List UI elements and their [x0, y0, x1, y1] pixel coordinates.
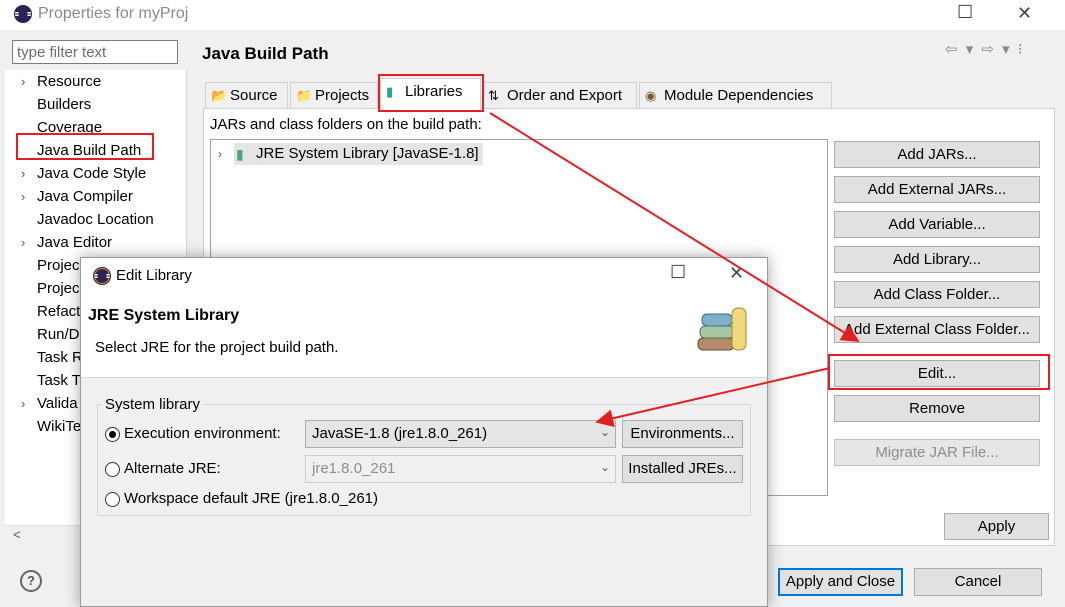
- tab-module-dependencies[interactable]: ◉ Module Dependencies: [639, 82, 832, 108]
- tree-item-java-compiler[interactable]: › Java Compiler: [5, 185, 187, 208]
- execution-environment-label: Execution environment:: [124, 425, 281, 442]
- tree-item-label: Refact: [37, 303, 81, 320]
- window-title: Properties for myProj: [38, 5, 189, 22]
- tree-item-label: Builders: [37, 96, 92, 113]
- tree-item-label: Java Build Path: [37, 142, 142, 159]
- tab-label: Projects: [315, 87, 370, 104]
- tree-item-label: Task T: [37, 372, 81, 389]
- dialog-heading: JRE System Library: [88, 307, 240, 324]
- tree-item-label: Projec: [37, 280, 80, 297]
- tab-label: Libraries: [405, 83, 463, 100]
- eclipse-logo-icon: [93, 267, 111, 285]
- tree-item-label: Resource: [37, 73, 102, 90]
- expand-arrow-icon[interactable]: ›: [21, 162, 25, 185]
- environments-button[interactable]: Environments...: [622, 420, 743, 448]
- maximize-button[interactable]: ☐: [957, 2, 973, 23]
- libraries-icon: ▮: [386, 84, 394, 99]
- library-entry-label: JRE System Library [JavaSE-1.8]: [234, 143, 483, 165]
- tree-item-label: Projec: [37, 257, 80, 274]
- remove-button[interactable]: Remove: [834, 395, 1040, 422]
- expand-arrow-icon[interactable]: ›: [21, 231, 25, 254]
- system-library-label: System library: [102, 396, 204, 413]
- tab-source[interactable]: 📂 Source: [205, 82, 288, 108]
- help-icon[interactable]: ?: [20, 570, 42, 592]
- tree-item-label: Task R: [37, 349, 83, 366]
- dialog-title: Edit Library: [116, 267, 192, 284]
- order-export-icon: ⇅: [488, 88, 499, 103]
- tree-item-javadoc-location[interactable]: Javadoc Location: [5, 208, 187, 231]
- dialog-close-button[interactable]: ✕: [729, 263, 744, 284]
- tab-label: Source: [230, 87, 278, 104]
- add-external-jars-button[interactable]: Add External JARs...: [834, 176, 1040, 203]
- workspace-default-jre-label: Workspace default JRE (jre1.8.0_261): [124, 490, 379, 507]
- tree-item-label: Java Code Style: [37, 165, 147, 182]
- apply-button[interactable]: Apply: [944, 513, 1049, 540]
- installed-jres-button[interactable]: Installed JREs...: [622, 455, 743, 483]
- chevron-down-icon: ⌄: [599, 460, 610, 474]
- cancel-button[interactable]: Cancel: [914, 568, 1042, 596]
- chevron-down-icon: ⌄: [599, 425, 610, 439]
- execution-environment-value: JavaSE-1.8 (jre1.8.0_261): [312, 425, 488, 442]
- add-class-folder-button[interactable]: Add Class Folder...: [834, 281, 1040, 308]
- expand-arrow-icon[interactable]: ›: [21, 70, 25, 93]
- tab-projects[interactable]: 📁 Projects: [290, 82, 378, 108]
- tab-libraries[interactable]: ▮ Libraries: [380, 78, 481, 109]
- expand-arrow-icon[interactable]: ›: [218, 143, 222, 165]
- filter-input[interactable]: [12, 40, 178, 64]
- tree-item-coverage[interactable]: Coverage: [5, 116, 187, 139]
- tab-label: Module Dependencies: [664, 87, 814, 104]
- tree-item-label: Valida: [37, 395, 78, 412]
- execution-environment-radio[interactable]: [105, 427, 120, 442]
- tab-order-export[interactable]: ⇅ Order and Export: [482, 82, 637, 108]
- alternate-jre-radio[interactable]: [105, 462, 120, 477]
- add-library-button[interactable]: Add Library...: [834, 246, 1040, 273]
- source-folder-icon: 📂: [211, 88, 228, 103]
- tree-item-label: Coverage: [37, 119, 103, 136]
- add-jars-button[interactable]: Add JARs...: [834, 141, 1040, 168]
- window-titlebar: Properties for myProj ☐ ✕: [0, 0, 1065, 30]
- edit-button[interactable]: Edit...: [834, 360, 1040, 387]
- library-jar-icon: ▮: [236, 146, 244, 162]
- library-books-icon: [697, 307, 747, 351]
- add-variable-button[interactable]: Add Variable...: [834, 211, 1040, 238]
- history-nav-icons[interactable]: ⇦ ▾ ⇨ ▾ ⁝: [945, 40, 1025, 58]
- tree-item-builders[interactable]: Builders: [5, 93, 187, 116]
- page-title: Java Build Path: [202, 44, 329, 63]
- scroll-left-icon[interactable]: <: [13, 527, 21, 542]
- apply-and-close-button[interactable]: Apply and Close: [778, 568, 903, 596]
- eclipse-logo-icon: [14, 5, 32, 23]
- alternate-jre-select[interactable]: jre1.8.0_261 ⌄: [305, 455, 616, 483]
- tree-item-resource[interactable]: › Resource: [5, 70, 187, 93]
- tree-item-label: Java Compiler: [37, 188, 133, 205]
- tree-item-label: WikiTe: [37, 418, 82, 435]
- tree-item-java-code-style[interactable]: › Java Code Style: [5, 162, 187, 185]
- add-external-class-folder-button[interactable]: Add External Class Folder...: [834, 316, 1040, 343]
- close-button[interactable]: ✕: [1017, 3, 1032, 24]
- tree-item-label: Run/D: [37, 326, 80, 343]
- migrate-jar-button[interactable]: Migrate JAR File...: [834, 439, 1040, 466]
- dialog-description: Select JRE for the project build path.: [95, 339, 339, 356]
- projects-icon: 📁: [296, 88, 313, 103]
- tree-item-java-editor[interactable]: › Java Editor: [5, 231, 187, 254]
- tab-label: Order and Export: [507, 87, 623, 104]
- module-icon: ◉: [645, 88, 657, 103]
- dialog-maximize-button[interactable]: ☐: [670, 262, 686, 283]
- tree-item-label: Java Editor: [37, 234, 113, 251]
- execution-environment-select[interactable]: JavaSE-1.8 (jre1.8.0_261) ⌄: [305, 420, 616, 448]
- alternate-jre-label: Alternate JRE:: [124, 460, 221, 477]
- alternate-jre-value: jre1.8.0_261: [312, 460, 396, 477]
- tree-item-label: Javadoc Location: [37, 211, 154, 228]
- tree-item-java-build-path[interactable]: Java Build Path: [5, 139, 187, 162]
- expand-arrow-icon[interactable]: ›: [21, 185, 25, 208]
- workspace-default-jre-radio[interactable]: [105, 492, 120, 507]
- expand-arrow-icon[interactable]: ›: [21, 392, 25, 415]
- dialog-header: [81, 292, 767, 378]
- libraries-caption: JARs and class folders on the build path…: [210, 116, 482, 133]
